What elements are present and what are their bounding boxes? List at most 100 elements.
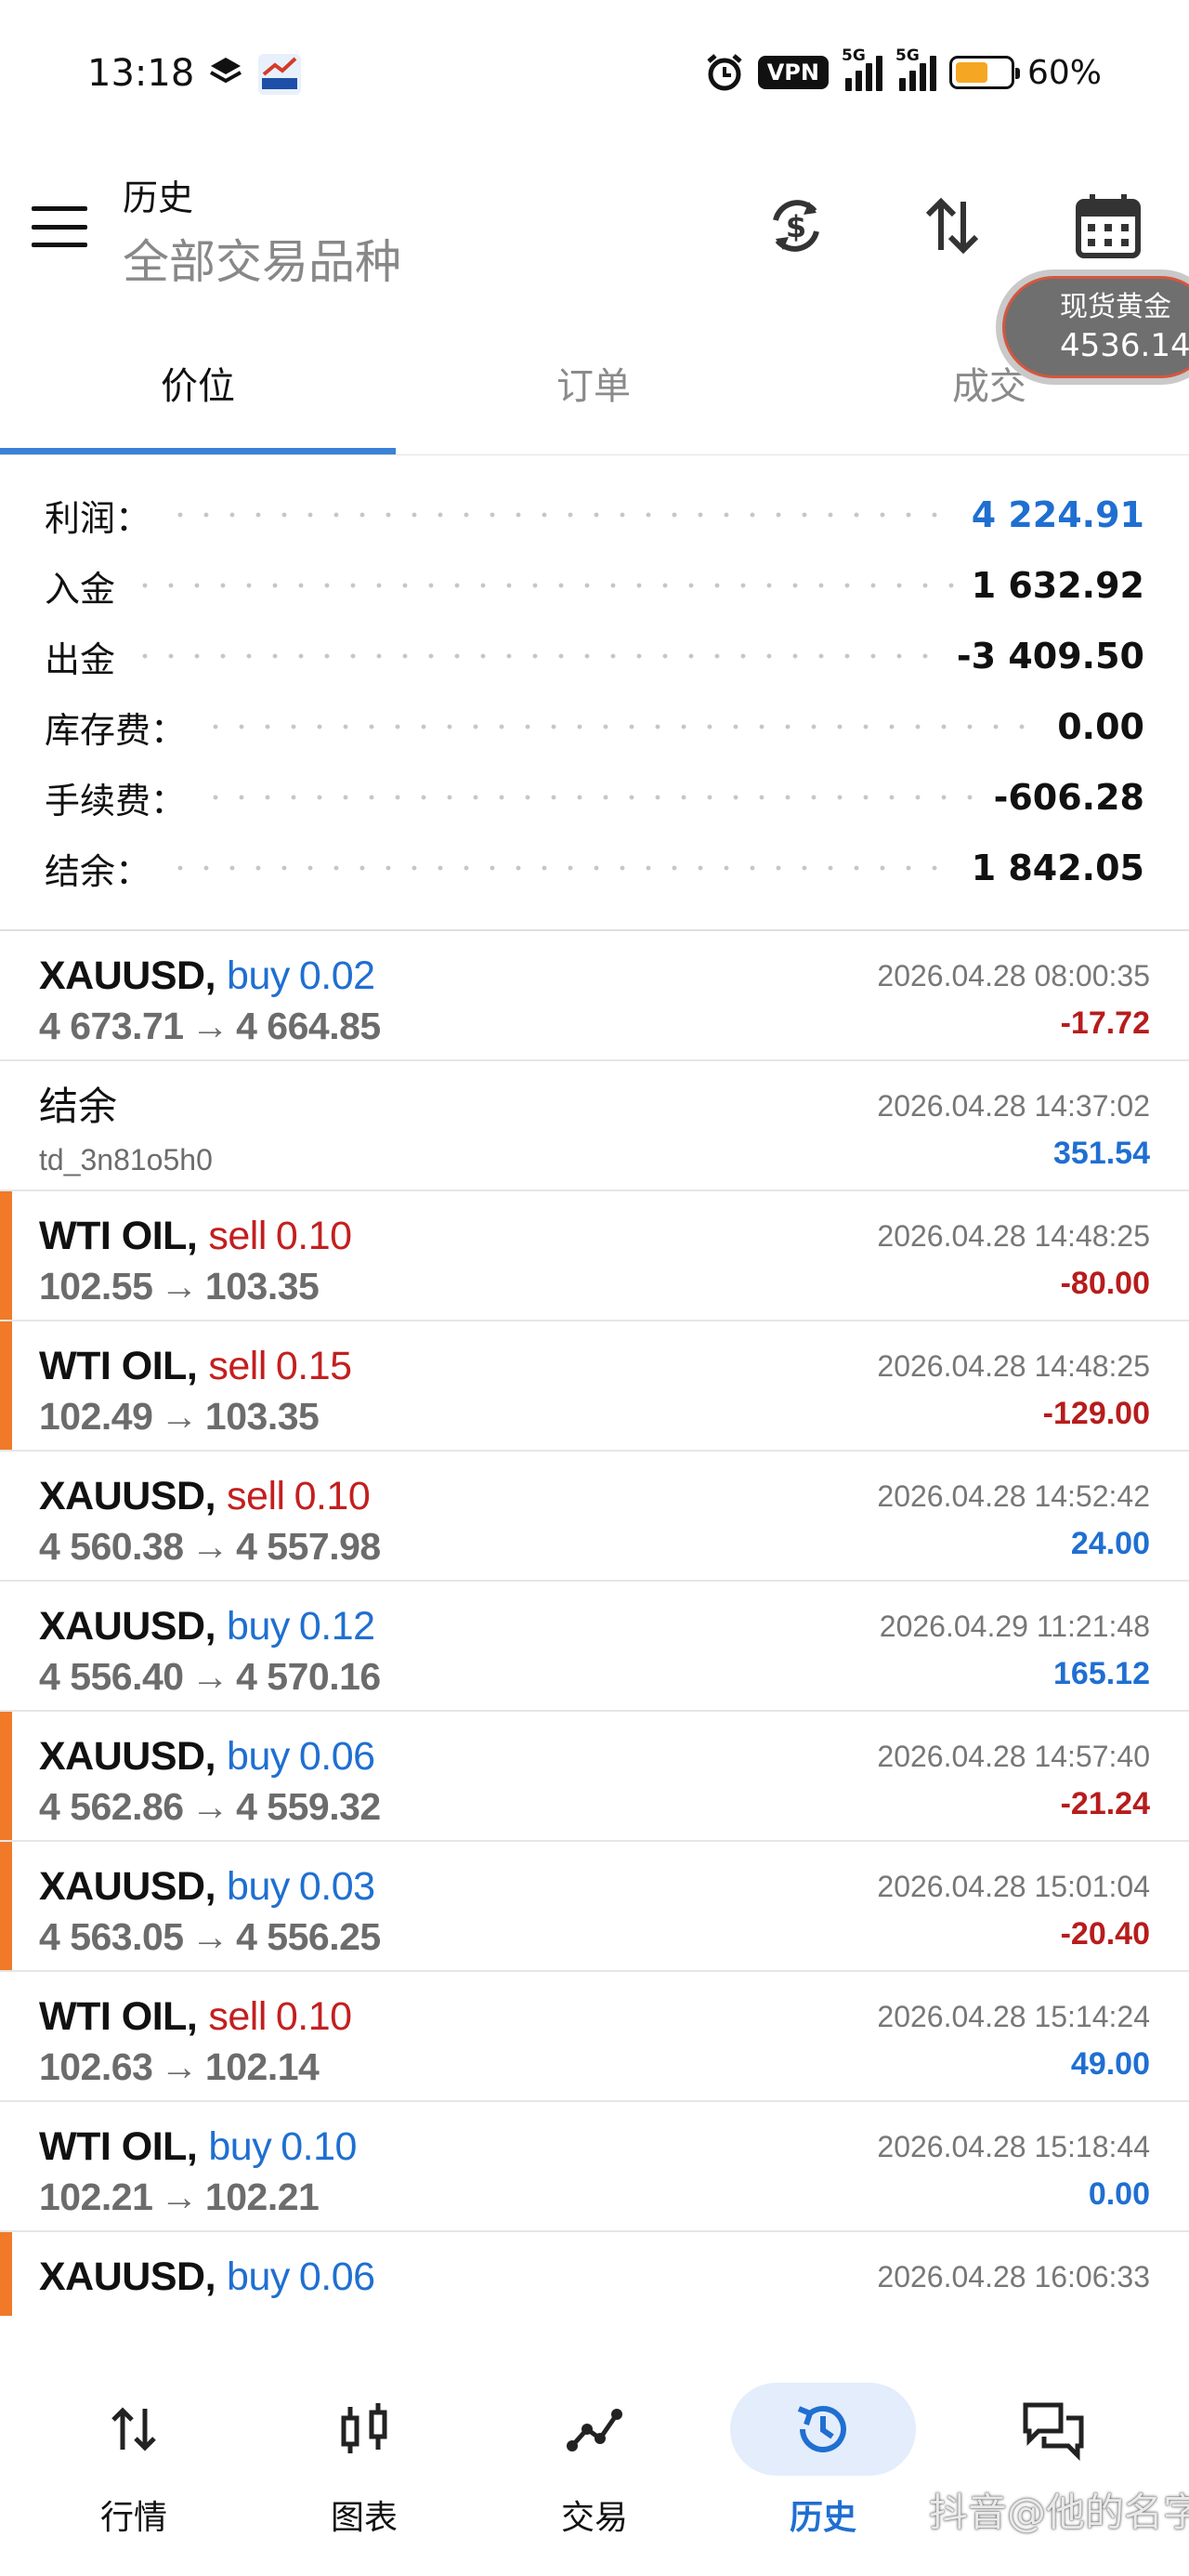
currency-exchange-icon[interactable]: $ xyxy=(756,186,836,266)
deal-prices: 4 562.86 → 4 559.32 xyxy=(39,1782,381,1831)
ticker-price: 4536.14 xyxy=(1060,327,1189,364)
deal-separator: , xyxy=(204,1864,216,1909)
deal-volume: 0.10 xyxy=(294,1474,371,1518)
close-price: 103.35 xyxy=(204,1265,320,1308)
open-price: 102.49 xyxy=(39,1395,153,1438)
close-price: 4 559.32 xyxy=(236,1785,381,1828)
deal-header: XAUUSD, buy 0.12 xyxy=(39,1602,375,1650)
gold-price-widget[interactable]: 现货黄金 4536.14 xyxy=(996,269,1189,385)
deal-separator: , xyxy=(186,1344,198,1388)
balance-row[interactable]: 结余 td_3n81o5h0 2026.04.28 14:37:02 351.54 xyxy=(0,1061,1189,1191)
dotted-leader xyxy=(167,512,955,518)
symbol-filter[interactable]: 全部交易品种 xyxy=(123,225,401,292)
deal-time: 2026.04.28 14:48:25 xyxy=(877,1349,1150,1383)
summary-label: 入金 xyxy=(45,568,116,610)
trade-icon xyxy=(557,2392,632,2466)
deal-symbol: XAUUSD xyxy=(39,1474,205,1518)
deal-time: 2026.04.28 14:57:40 xyxy=(877,1740,1150,1773)
deal-type: sell xyxy=(208,1214,267,1258)
vpn-icon: VPN xyxy=(757,56,829,89)
deal-row[interactable]: WTI OIL, buy 0.10 102.21 → 102.21 2026.04.28 1… xyxy=(0,2102,1189,2232)
open-price: 4 673.71 xyxy=(39,1005,184,1047)
deal-symbol: XAUUSD xyxy=(39,1734,205,1779)
deal-prices: 4 563.05 → 4 556.25 xyxy=(39,1912,381,1961)
summary-row: 手续费： -606.28 xyxy=(0,762,1189,833)
deal-type: buy xyxy=(227,2254,290,2299)
nav-chart[interactable]: 图表 xyxy=(271,2372,457,2557)
chat-icon xyxy=(1016,2392,1091,2466)
deal-row[interactable]: XAUUSD, buy 0.06 4 562.86 → 4 559.32 2026.04.2… xyxy=(0,1712,1189,1842)
deal-volume: 0.03 xyxy=(298,1864,375,1909)
deal-row[interactable]: XAUUSD, buy 0.12 4 556.40 → 4 570.16 2026.04.2… xyxy=(0,1582,1189,1712)
open-price: 4 556.40 xyxy=(39,1655,184,1698)
deal-type: sell xyxy=(227,1474,285,1518)
deal-profit: -17.72 xyxy=(1060,1005,1150,1041)
watermark: 抖音@他的名字 xyxy=(929,2490,1189,2535)
deal-separator: , xyxy=(186,1214,198,1258)
chart-candles-icon xyxy=(327,2392,401,2466)
close-price: 102.14 xyxy=(204,2045,320,2088)
arrow-icon: → xyxy=(190,1005,229,1047)
deal-volume: 0.06 xyxy=(298,2254,375,2299)
deal-row[interactable]: WTI OIL, sell 0.15 102.49 → 103.35 2026.04.28 … xyxy=(0,1321,1189,1452)
sort-icon[interactable] xyxy=(912,186,992,266)
ticker-name: 现货黄金 xyxy=(1060,291,1171,323)
nav-chart-label: 图表 xyxy=(330,2499,398,2537)
summary-value: 0.00 xyxy=(1057,706,1144,747)
nav-trade-label: 交易 xyxy=(560,2499,628,2537)
deal-profit: -129.00 xyxy=(1042,1396,1150,1431)
deal-row[interactable]: WTI OIL, sell 0.10 102.55 → 103.35 2026.04.28 … xyxy=(0,1191,1189,1321)
svg-text:$: $ xyxy=(786,209,806,244)
summary-row: 出金 -3 409.50 xyxy=(0,621,1189,691)
deal-row[interactable]: XAUUSD, buy 0.02 4 673.71 → 4 664.85 2026.04.2… xyxy=(0,931,1189,1061)
tab-orders[interactable]: 订单 xyxy=(396,359,791,452)
deal-symbol: WTI OIL xyxy=(39,1344,187,1388)
network-type-2: 5G xyxy=(895,46,920,65)
menu-icon[interactable] xyxy=(32,206,87,247)
deals-list[interactable]: XAUUSD, buy 0.02 4 673.71 → 4 664.85 2026.04.2… xyxy=(0,931,1189,2316)
deal-prices: 4 556.40 → 4 570.16 xyxy=(39,1652,381,1701)
nav-history[interactable]: 历史 xyxy=(730,2372,916,2557)
nav-quotes[interactable]: 行情 xyxy=(41,2372,227,2557)
alarm-icon xyxy=(707,54,742,91)
deal-time: 2026.04.28 08:00:35 xyxy=(877,959,1150,992)
deal-row[interactable]: XAUUSD, buy 0.03 4 563.05 → 4 556.25 2026.04.2… xyxy=(0,1842,1189,1972)
deal-separator: , xyxy=(204,1474,216,1518)
nav-trade[interactable]: 交易 xyxy=(502,2372,687,2557)
battery-percent: 60% xyxy=(1026,53,1102,92)
deal-profit: 24.00 xyxy=(1070,1526,1150,1561)
nav-quotes-label: 行情 xyxy=(99,2499,167,2537)
calendar-icon[interactable] xyxy=(1068,186,1148,266)
summary-value: 1 842.05 xyxy=(971,848,1144,888)
arrow-icon: → xyxy=(190,1785,229,1828)
deal-header: WTI OIL, sell 0.10 xyxy=(39,1212,352,1260)
deal-volume: 0.10 xyxy=(281,2124,357,2169)
app-notification-icon xyxy=(258,54,301,95)
deal-profit: 165.12 xyxy=(1053,1656,1150,1691)
deal-separator: , xyxy=(186,1994,198,2039)
deal-separator: , xyxy=(204,2254,216,2299)
summary-value: 4 224.91 xyxy=(971,494,1144,535)
quotes-icon xyxy=(97,2392,171,2466)
deal-header: XAUUSD, buy 0.06 xyxy=(39,2253,375,2301)
deal-row[interactable]: XAUUSD, buy 0.06 2026.04.28 16:06:33 xyxy=(0,2232,1189,2316)
deal-volume: 0.12 xyxy=(298,1604,375,1649)
arrow-icon: → xyxy=(160,2045,198,2088)
deal-prices: 102.21 → 102.21 xyxy=(39,2173,320,2221)
deal-volume: 0.02 xyxy=(298,953,375,998)
deal-separator: , xyxy=(204,953,216,998)
deal-type: sell xyxy=(208,1344,267,1388)
deal-row[interactable]: WTI OIL, sell 0.10 102.63 → 102.14 2026.04.28 … xyxy=(0,1972,1189,2102)
summary-row: 结余： 1 842.05 xyxy=(0,833,1189,903)
tab-positions[interactable]: 价位 xyxy=(0,359,396,452)
dotted-leader xyxy=(203,795,977,800)
deal-row[interactable]: XAUUSD, sell 0.10 4 560.38 → 4 557.98 2026.04.… xyxy=(0,1452,1189,1582)
status-bar: 13:18 VPN 5G 5G 60% xyxy=(0,0,1189,149)
deal-symbol: XAUUSD xyxy=(39,953,205,998)
deal-type: buy xyxy=(227,1604,290,1649)
deal-header: XAUUSD, sell 0.10 xyxy=(39,1472,371,1520)
deal-type: buy xyxy=(227,953,290,998)
deal-symbol: XAUUSD xyxy=(39,2254,205,2299)
open-price: 102.21 xyxy=(39,2175,153,2218)
status-indicators: VPN 5G 5G 60% xyxy=(704,46,1102,95)
